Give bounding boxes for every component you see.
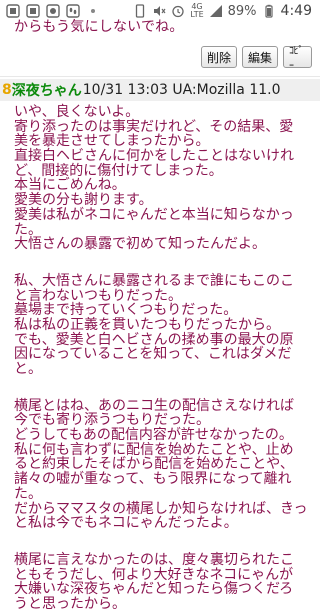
post-line: どうしてもあの配信内容が許せなかったの。	[14, 427, 293, 444]
post-author-name: 深夜ちゃん	[11, 83, 82, 99]
post-line: と言わないつもりだった。	[14, 287, 182, 304]
post-line: だからママスタの横尾しか知らなければ、きっ	[14, 500, 308, 517]
post-number[interactable]: 8	[2, 82, 12, 98]
post-line: 横尾に言えなかったのは、度々裏切られたこ	[14, 551, 294, 568]
post-line: 寄り添ったのは事実だけれど、その結果、愛	[14, 118, 294, 135]
post-line: いや、良くないよ。	[14, 104, 140, 120]
post-line: 私は私の正義を貫いたつもりだったから。	[14, 316, 280, 333]
post-line: 諸々の嘘が重なって、もう限界になって離れ	[14, 471, 292, 488]
post-line: 本当にごめんね。	[14, 177, 126, 194]
clock: 4:49	[280, 3, 312, 19]
post-line: うと思ったから。	[14, 595, 126, 612]
post-line: た。	[14, 221, 42, 238]
previous-post-tail: からもう気にしないでね。	[14, 19, 184, 35]
post-line: 墓場まで持っていくつもりだった。	[14, 302, 238, 319]
copy-button[interactable]: ｺﾋﾟｰ	[283, 46, 312, 72]
post-line: ると約束したそばから配信を始めたことや、	[14, 456, 294, 473]
post-body: いや、良くないよ。 寄り添ったのは事実だけれど、その結果、愛 美を暴走させてしま…	[14, 105, 320, 612]
post-line: 直接白ヘビさんに何かをしたことはないけれ	[14, 148, 294, 165]
post-line: 愛美の分も謝ります。	[14, 192, 153, 209]
post-header: 8 深夜ちゃん 10/31 13:03 UA:Mozilla 11.0	[0, 79, 320, 101]
post-line: 私に何も言わずに配信を始めたことや、止め	[14, 441, 294, 458]
post-line: 大悟さんの暴露で初めて知ったんだよ。	[14, 236, 266, 253]
delete-button[interactable]: 削除	[201, 46, 237, 68]
post-line: 私、大悟さんに暴露されるまで誰にもこのこ	[14, 272, 294, 289]
post-meta: 10/31 13:03 UA:Mozilla 11.0	[82, 82, 281, 98]
network-lte-label: LTE	[190, 10, 204, 19]
post-line: 今でも寄り添うつもりだった。	[14, 412, 210, 429]
post-line: と。	[14, 361, 42, 377]
post-line: 大嫌いな深夜ちゃんだと知ったら傷つくだろ	[14, 581, 294, 598]
network-type-label: 4G LTE	[190, 3, 203, 19]
post-line: と私は今でもネコにゃんだったよ。	[14, 515, 238, 532]
post-divider	[0, 76, 320, 77]
post-line: 美を暴走させてしまったから。	[14, 133, 210, 150]
post-action-buttons: 削除 編集 ｺﾋﾟｰ	[201, 46, 312, 72]
post-line: 愛美は私がネコにゃんだと本当に知らなかっ	[14, 206, 294, 223]
post-line: 因になっていることを知って、これはダメだ	[14, 346, 292, 363]
post-line: ど、間接的に傷付けてしまった。	[14, 162, 223, 179]
battery-percent: 89%	[227, 3, 257, 19]
signal-strength-icon	[209, 4, 223, 18]
post-line: ともそうだし、何より大好きなネコにゃんが	[14, 566, 294, 583]
battery-icon	[262, 4, 276, 18]
post-line: た。	[14, 485, 42, 502]
edit-button[interactable]: 編集	[242, 46, 278, 68]
